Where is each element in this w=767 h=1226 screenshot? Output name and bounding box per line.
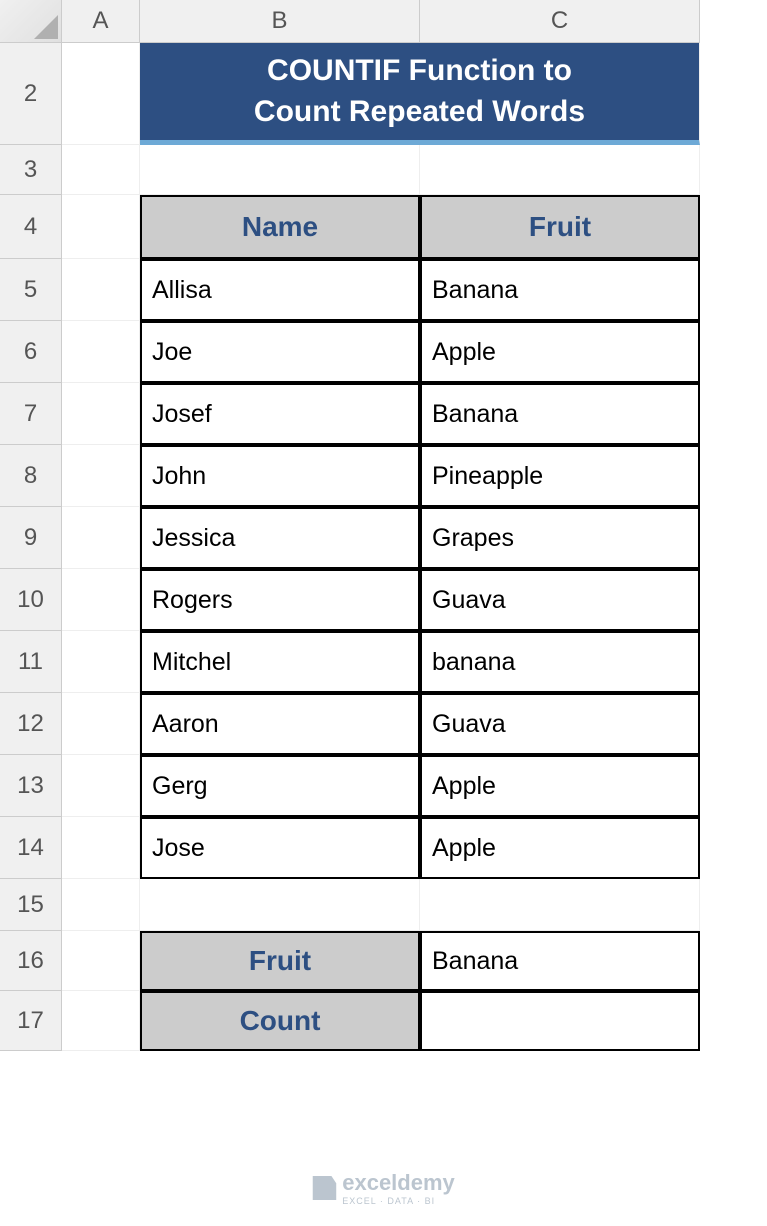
row-2: 2 COUNTIF Function to Count Repeated Wor…: [0, 43, 767, 145]
cell-name[interactable]: Mitchel: [140, 631, 420, 693]
row-header-8[interactable]: 8: [0, 445, 62, 507]
cell-fruit[interactable]: Guava: [420, 693, 700, 755]
cell-name[interactable]: Aaron: [140, 693, 420, 755]
table-row: 12 AaronGuava: [0, 693, 767, 755]
row-16: 16 Fruit Banana: [0, 931, 767, 991]
cell-A8[interactable]: [62, 445, 140, 507]
select-all-corner[interactable]: [0, 0, 62, 43]
table-row: 8 JohnPineapple: [0, 445, 767, 507]
table-header-name[interactable]: Name: [140, 195, 420, 259]
row-header-16[interactable]: 16: [0, 931, 62, 991]
cell-C3[interactable]: [420, 145, 700, 195]
table-row: 6 JoeApple: [0, 321, 767, 383]
spreadsheet-grid: A B C: [0, 0, 767, 43]
cell-fruit[interactable]: Banana: [420, 259, 700, 321]
cell-name[interactable]: John: [140, 445, 420, 507]
table-header-fruit[interactable]: Fruit: [420, 195, 700, 259]
cell-fruit[interactable]: Grapes: [420, 507, 700, 569]
col-header-A[interactable]: A: [62, 0, 140, 43]
cell-A6[interactable]: [62, 321, 140, 383]
cell-name[interactable]: Jose: [140, 817, 420, 879]
row-header-15[interactable]: 15: [0, 879, 62, 931]
cell-fruit[interactable]: Guava: [420, 569, 700, 631]
watermark-icon: [312, 1176, 336, 1200]
watermark-sub: EXCEL · DATA · BI: [342, 1196, 455, 1206]
row-header-4[interactable]: 4: [0, 195, 62, 259]
table-row: 5 AllisaBanana: [0, 259, 767, 321]
row-header-7[interactable]: 7: [0, 383, 62, 445]
row-header-14[interactable]: 14: [0, 817, 62, 879]
col-header-C[interactable]: C: [420, 0, 700, 43]
cell-A9[interactable]: [62, 507, 140, 569]
table-row: 7 JosefBanana: [0, 383, 767, 445]
cell-name[interactable]: Josef: [140, 383, 420, 445]
cell-A5[interactable]: [62, 259, 140, 321]
table-row: 10 RogersGuava: [0, 569, 767, 631]
row-header-5[interactable]: 5: [0, 259, 62, 321]
cell-fruit[interactable]: Apple: [420, 755, 700, 817]
cell-A14[interactable]: [62, 817, 140, 879]
cell-name[interactable]: Gerg: [140, 755, 420, 817]
cell-fruit[interactable]: Banana: [420, 383, 700, 445]
row-header-6[interactable]: 6: [0, 321, 62, 383]
row-header-17[interactable]: 17: [0, 991, 62, 1051]
table-row: 11 Mitchelbanana: [0, 631, 767, 693]
row-15: 15: [0, 879, 767, 931]
title-line1: COUNTIF Function to: [267, 51, 572, 92]
cell-A15[interactable]: [62, 879, 140, 931]
table-row: 14 JoseApple: [0, 817, 767, 879]
title-line2: Count Repeated Words: [254, 92, 585, 133]
cell-A2[interactable]: [62, 43, 140, 145]
row-header-12[interactable]: 12: [0, 693, 62, 755]
cell-B3[interactable]: [140, 145, 420, 195]
cell-A17[interactable]: [62, 991, 140, 1051]
row-header-11[interactable]: 11: [0, 631, 62, 693]
cell-fruit[interactable]: Pineapple: [420, 445, 700, 507]
cell-A4[interactable]: [62, 195, 140, 259]
row-header-3[interactable]: 3: [0, 145, 62, 195]
watermark: exceldemy EXCEL · DATA · BI: [312, 1170, 455, 1206]
row-header-9[interactable]: 9: [0, 507, 62, 569]
summary-fruit-label[interactable]: Fruit: [140, 931, 420, 991]
summary-count-label[interactable]: Count: [140, 991, 420, 1051]
row-header-2[interactable]: 2: [0, 43, 62, 145]
row-header-13[interactable]: 13: [0, 755, 62, 817]
cell-name[interactable]: Rogers: [140, 569, 420, 631]
table-row: 9 JessicaGrapes: [0, 507, 767, 569]
title-cell[interactable]: COUNTIF Function to Count Repeated Words: [140, 43, 700, 145]
cell-A12[interactable]: [62, 693, 140, 755]
row-header-10[interactable]: 10: [0, 569, 62, 631]
cell-A13[interactable]: [62, 755, 140, 817]
cell-B15[interactable]: [140, 879, 420, 931]
summary-fruit-value[interactable]: Banana: [420, 931, 700, 991]
watermark-brand: exceldemy: [342, 1170, 455, 1195]
cell-fruit[interactable]: Apple: [420, 817, 700, 879]
col-header-B[interactable]: B: [140, 0, 420, 43]
row-3: 3: [0, 145, 767, 195]
cell-A16[interactable]: [62, 931, 140, 991]
summary-count-value[interactable]: [420, 991, 700, 1051]
row-4: 4 Name Fruit: [0, 195, 767, 259]
cell-name[interactable]: Joe: [140, 321, 420, 383]
cell-A3[interactable]: [62, 145, 140, 195]
cell-C15[interactable]: [420, 879, 700, 931]
cell-A7[interactable]: [62, 383, 140, 445]
cell-fruit[interactable]: banana: [420, 631, 700, 693]
cell-A10[interactable]: [62, 569, 140, 631]
cell-A11[interactable]: [62, 631, 140, 693]
table-row: 13 GergApple: [0, 755, 767, 817]
row-17: 17 Count: [0, 991, 767, 1051]
cell-name[interactable]: Allisa: [140, 259, 420, 321]
cell-name[interactable]: Jessica: [140, 507, 420, 569]
cell-fruit[interactable]: Apple: [420, 321, 700, 383]
